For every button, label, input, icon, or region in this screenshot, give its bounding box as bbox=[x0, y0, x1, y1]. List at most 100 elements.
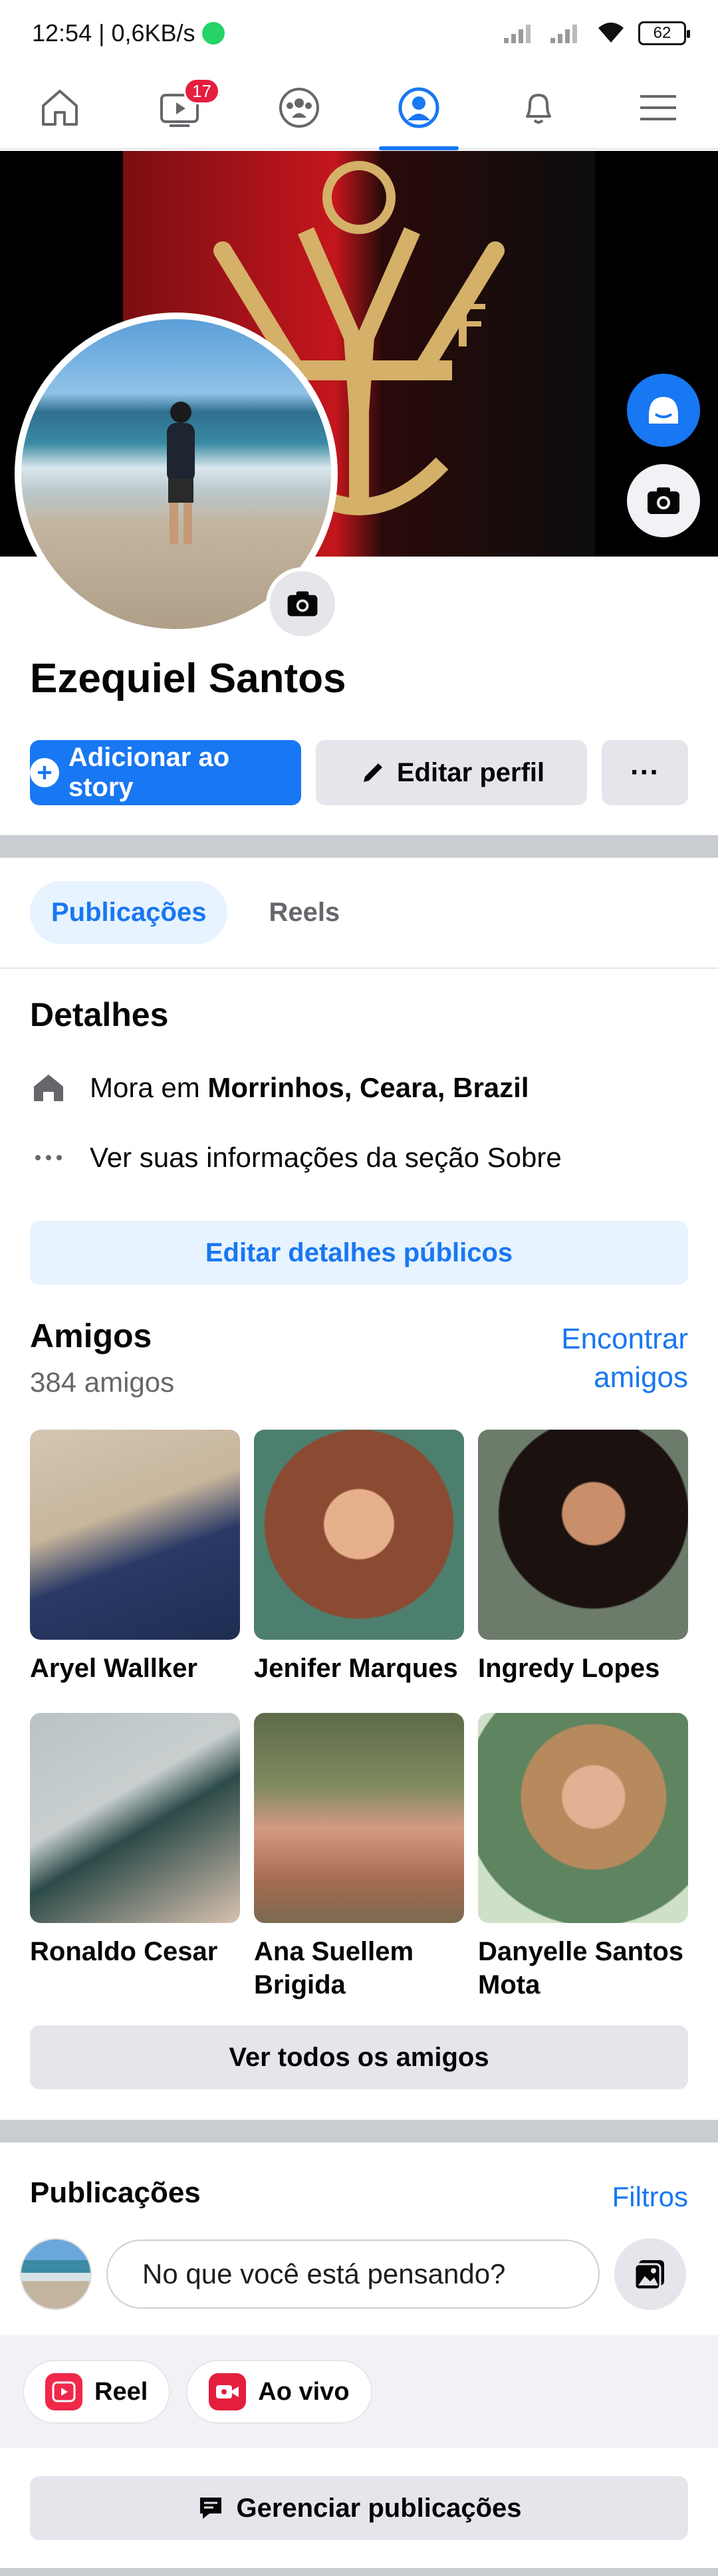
friend-name: Ana Suellem Brigida bbox=[254, 1937, 414, 1999]
reel-icon bbox=[45, 2373, 82, 2410]
friend-name: Danyelle Santos Mota bbox=[478, 1937, 684, 1999]
divider-pipe: | bbox=[98, 19, 105, 47]
status-left: 12:54 | 0,6KB/s bbox=[32, 19, 225, 47]
friend-name: Aryel Wallker bbox=[30, 1654, 197, 1683]
friend-card[interactable]: Ana Suellem Brigida bbox=[254, 1713, 464, 2001]
cover-camera-button[interactable] bbox=[627, 464, 700, 537]
friend-photo bbox=[478, 1430, 688, 1640]
friend-card[interactable]: Aryel Wallker bbox=[30, 1430, 240, 1713]
friends-count: 384 amigos bbox=[30, 1366, 175, 1398]
add-to-story-label: Adicionar ao story bbox=[68, 743, 230, 802]
lives-in-row: Mora em Morrinhos, Ceara, Brazil bbox=[30, 1069, 529, 1106]
edit-public-details-button[interactable]: Editar detalhes públicos bbox=[30, 1221, 688, 1285]
groups-icon bbox=[279, 87, 319, 128]
friends-title: Amigos bbox=[30, 1317, 152, 1354]
profile-icon bbox=[398, 87, 439, 128]
menu-icon bbox=[640, 94, 676, 120]
nav-video[interactable]: 17 bbox=[140, 66, 220, 149]
clock: 12:54 bbox=[32, 19, 92, 47]
photo-icon bbox=[634, 2260, 664, 2291]
nav-groups[interactable] bbox=[259, 66, 339, 149]
add-photo-button[interactable] bbox=[614, 2238, 686, 2310]
friend-card[interactable]: Danyelle Santos Mota bbox=[478, 1713, 688, 2001]
camera-icon bbox=[287, 591, 318, 616]
edit-profile-button[interactable]: Editar perfil bbox=[316, 740, 587, 805]
friend-name: Ronaldo Cesar bbox=[30, 1937, 218, 1966]
house-icon bbox=[30, 1069, 67, 1106]
find-friends-line1: Encontrar bbox=[561, 1323, 688, 1355]
more-options-label: ··· bbox=[630, 756, 659, 789]
avatar-face-icon bbox=[649, 397, 678, 424]
profile-actions: + Adicionar ao story Editar perfil ··· bbox=[30, 740, 688, 805]
bell-icon bbox=[526, 93, 551, 124]
friends-grid: Aryel Wallker Jenifer Marques Ingredy Lo… bbox=[30, 1430, 688, 2001]
reel-chip[interactable]: Reel bbox=[23, 2360, 171, 2424]
tab-publicacoes[interactable]: Publicações bbox=[30, 881, 228, 944]
whatsapp-icon bbox=[201, 22, 225, 45]
tab-reels[interactable]: Reels bbox=[247, 881, 361, 944]
status-bar: 12:54 | 0,6KB/s 62 bbox=[0, 0, 718, 66]
see-all-friends-button[interactable]: Ver todos os amigos bbox=[30, 2025, 688, 2089]
reel-label: Reel bbox=[94, 2377, 148, 2406]
pencil-icon bbox=[363, 763, 382, 782]
posts-title: Publicações bbox=[30, 2176, 201, 2209]
section-separator bbox=[0, 835, 718, 858]
friend-photo bbox=[254, 1430, 464, 1640]
find-friends-link[interactable]: Encontrar amigos bbox=[561, 1320, 688, 1397]
manage-posts-icon bbox=[200, 2498, 222, 2519]
manage-posts-button[interactable]: Gerenciar publicações bbox=[30, 2476, 688, 2540]
video-badge: 17 bbox=[183, 78, 220, 104]
live-label: Ao vivo bbox=[258, 2377, 350, 2406]
friend-photo bbox=[478, 1713, 688, 1923]
profile-photo-person bbox=[167, 402, 195, 544]
post-composer: No que você está pensando? bbox=[20, 2238, 698, 2311]
composer-avatar[interactable] bbox=[20, 2238, 92, 2310]
friend-card[interactable]: Ronaldo Cesar bbox=[30, 1713, 240, 2001]
friend-photo bbox=[254, 1713, 464, 1923]
network-speed: 0,6KB/s bbox=[111, 19, 195, 47]
add-to-story-button[interactable]: + Adicionar ao story bbox=[30, 740, 301, 805]
manage-posts-label: Gerenciar publicações bbox=[236, 2493, 522, 2523]
more-options-button[interactable]: ··· bbox=[602, 740, 688, 805]
filters-link[interactable]: Filtros bbox=[612, 2181, 688, 2213]
nav-menu[interactable] bbox=[618, 66, 698, 149]
camera-icon bbox=[648, 487, 679, 514]
lives-in-prefix: Mora em bbox=[90, 1072, 208, 1103]
live-video-icon bbox=[209, 2373, 247, 2410]
lives-in-place: Morrinhos, Ceara, Brazil bbox=[207, 1072, 529, 1103]
signal-icon-2 bbox=[550, 25, 577, 43]
edit-profile-label: Editar perfil bbox=[396, 757, 545, 787]
wifi-icon bbox=[598, 23, 624, 43]
friend-photo bbox=[30, 1713, 240, 1923]
nav-notifications[interactable] bbox=[499, 66, 578, 149]
details-title: Detalhes bbox=[30, 996, 169, 1033]
friend-photo bbox=[30, 1430, 240, 1640]
avatar-edit-button[interactable] bbox=[627, 374, 700, 447]
signal-icon bbox=[504, 25, 531, 43]
profile-tabs: Publicações Reels bbox=[30, 881, 361, 944]
profile-name: Ezequiel Santos bbox=[30, 656, 346, 702]
friend-card[interactable]: Ingredy Lopes bbox=[478, 1430, 688, 1713]
about-text: Ver suas informações da seção Sobre bbox=[90, 1142, 562, 1173]
friend-name: Jenifer Marques bbox=[254, 1654, 458, 1683]
divider bbox=[0, 967, 718, 969]
nav-home[interactable] bbox=[20, 66, 100, 149]
lives-in-text: Mora em Morrinhos, Ceara, Brazil bbox=[90, 1072, 529, 1104]
status-right: 62 bbox=[503, 21, 690, 45]
battery-level: 62 bbox=[653, 24, 671, 42]
plus-icon: + bbox=[30, 758, 59, 787]
section-separator bbox=[0, 2120, 718, 2142]
find-friends-line2: amigos bbox=[594, 1361, 688, 1394]
post-type-chips: Reel Ao vivo bbox=[0, 2335, 718, 2448]
section-separator bbox=[0, 2568, 718, 2576]
friend-card[interactable]: Jenifer Marques bbox=[254, 1430, 464, 1713]
profile-camera-button[interactable] bbox=[266, 567, 339, 640]
ellipsis-icon bbox=[30, 1139, 67, 1176]
about-row[interactable]: Ver suas informações da seção Sobre bbox=[30, 1139, 562, 1176]
battery-icon: 62 bbox=[638, 21, 690, 45]
composer-input[interactable]: No que você está pensando? bbox=[106, 2240, 600, 2309]
live-chip[interactable]: Ao vivo bbox=[186, 2360, 372, 2424]
nav-profile[interactable] bbox=[379, 66, 459, 150]
top-nav: 17 bbox=[0, 66, 718, 150]
friend-name: Ingredy Lopes bbox=[478, 1654, 660, 1683]
